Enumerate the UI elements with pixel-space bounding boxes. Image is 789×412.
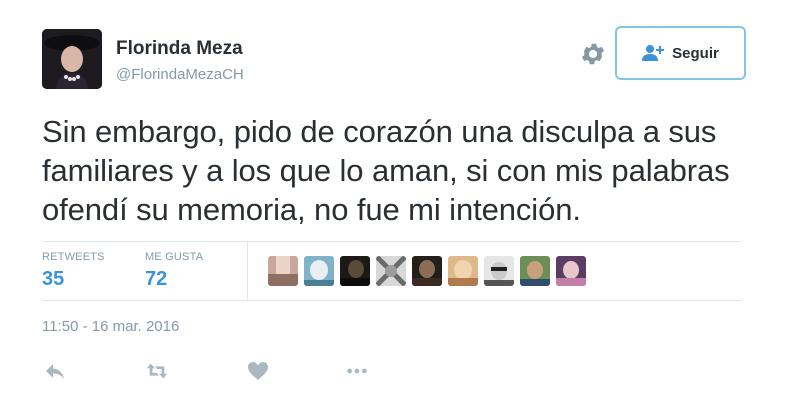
- follow-button-label: Seguir: [672, 44, 719, 62]
- favoriters-list: [268, 256, 586, 286]
- retweets-count[interactable]: 35: [42, 268, 64, 291]
- heart-icon[interactable]: [245, 358, 271, 384]
- divider: [42, 241, 742, 242]
- likes-label[interactable]: ME GUSTA: [145, 251, 203, 263]
- profile-avatar[interactable]: [42, 29, 102, 89]
- favoriter-avatar[interactable]: [556, 256, 586, 286]
- favoriter-avatar[interactable]: [520, 256, 550, 286]
- divider: [247, 241, 248, 300]
- tweet-timestamp[interactable]: 11:50 - 16 mar. 2016: [42, 318, 179, 335]
- reply-icon[interactable]: [42, 358, 68, 384]
- favoriter-avatar[interactable]: [448, 256, 478, 286]
- favoriter-avatar[interactable]: [484, 256, 514, 286]
- favoriter-avatar[interactable]: [268, 256, 298, 286]
- divider: [42, 300, 742, 301]
- more-icon[interactable]: [344, 358, 370, 384]
- gear-icon[interactable]: [579, 40, 607, 68]
- likes-count[interactable]: 72: [145, 268, 167, 291]
- favoriter-avatar[interactable]: [376, 256, 406, 286]
- favoriter-avatar[interactable]: [340, 256, 370, 286]
- favoriter-avatar[interactable]: [304, 256, 334, 286]
- follow-button[interactable]: Seguir: [615, 26, 746, 80]
- retweet-icon[interactable]: [144, 358, 170, 384]
- user-handle[interactable]: @FlorindaMezaCH: [116, 66, 244, 83]
- tweet-text: Sin embargo, pido de corazón una disculp…: [42, 114, 730, 227]
- tweet-actions: [0, 358, 789, 384]
- display-name[interactable]: Florinda Meza: [116, 38, 243, 60]
- retweets-label[interactable]: RETWEETS: [42, 251, 105, 263]
- follow-user-icon: [642, 45, 665, 61]
- favoriter-avatar[interactable]: [412, 256, 442, 286]
